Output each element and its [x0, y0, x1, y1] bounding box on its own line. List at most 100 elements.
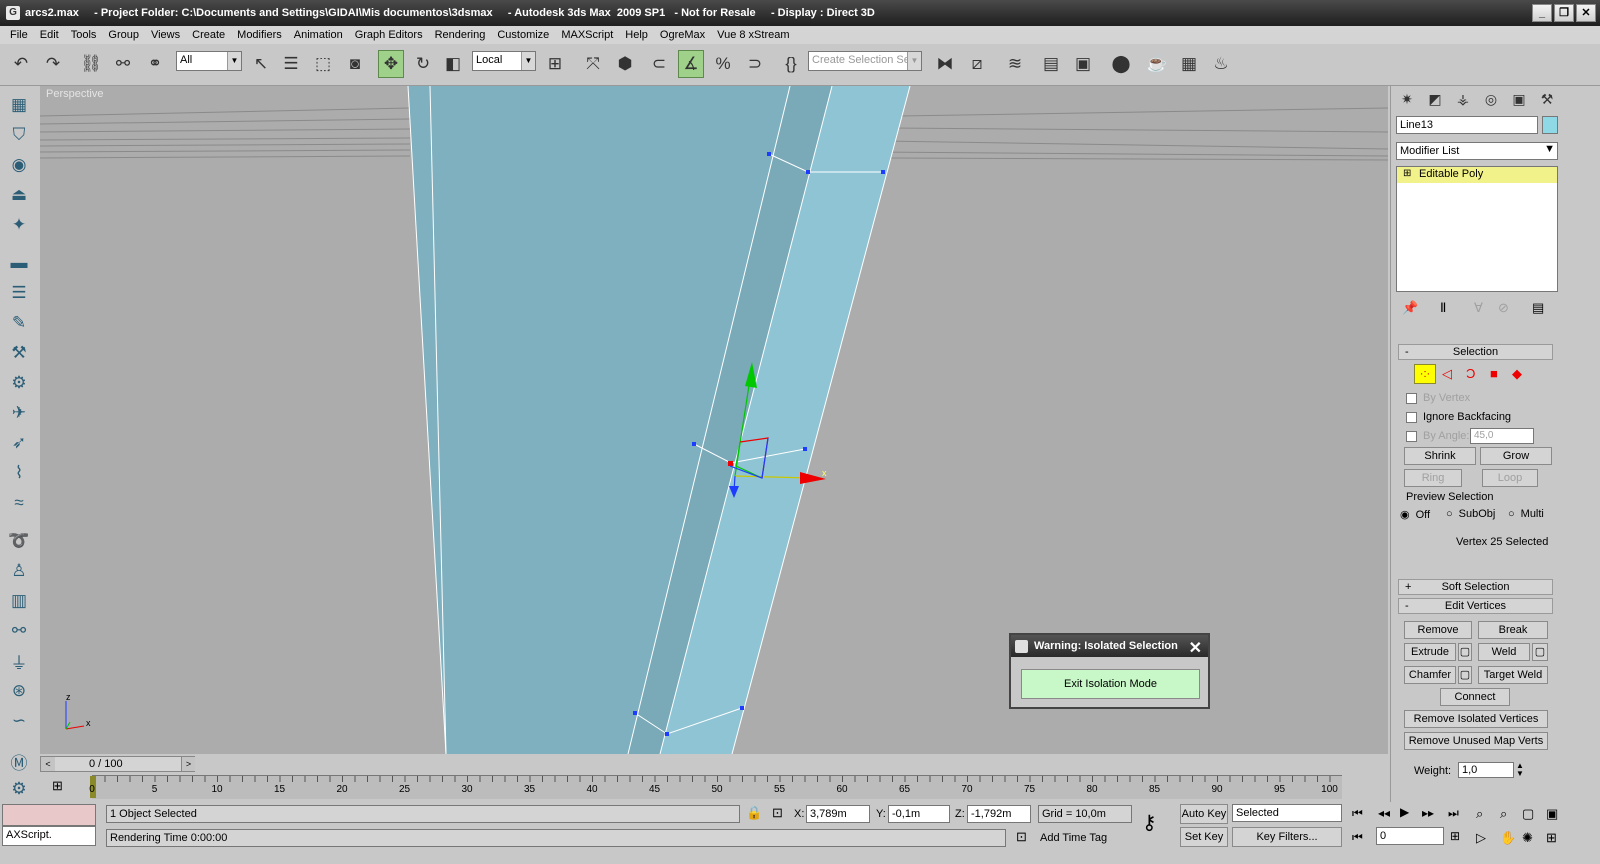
- snap-toggle-icon[interactable]: ⊂: [646, 50, 672, 78]
- zoom-icon[interactable]: ⌕: [1476, 806, 1483, 822]
- maxscript-listener-field[interactable]: AXScript.: [2, 826, 96, 846]
- close-button[interactable]: ✕: [1576, 4, 1596, 22]
- select-object-icon[interactable]: ↖: [248, 50, 274, 78]
- unlink-selection-icon[interactable]: ⚯: [110, 50, 136, 78]
- connect-button[interactable]: Connect: [1440, 688, 1510, 706]
- select-and-move-icon[interactable]: ✥: [378, 50, 404, 78]
- menu-edit[interactable]: Edit: [34, 29, 65, 41]
- wing-icon[interactable]: ➶: [4, 430, 34, 456]
- zoom-all-icon[interactable]: ⌕: [1500, 806, 1507, 822]
- frame-track[interactable]: 0 5 10 15 20 25 30 35 40 45 50 55 60 65 …: [89, 775, 1342, 799]
- brush-icon[interactable]: ⚒: [4, 340, 34, 366]
- go-to-start-icon[interactable]: ⏮: [1352, 806, 1363, 821]
- zoom-extents-icon[interactable]: ▢: [1522, 806, 1534, 822]
- helicopter-icon[interactable]: ✈: [4, 400, 34, 426]
- extrude-settings-icon[interactable]: ▢: [1458, 643, 1472, 661]
- menu-maxscript[interactable]: MAXScript: [555, 29, 619, 41]
- keyboard-shortcut-toggle-icon[interactable]: ⬢: [612, 50, 638, 78]
- mini-curve-editor-icon[interactable]: ⊞: [52, 778, 63, 794]
- angle-value-field[interactable]: 45,0: [1470, 428, 1534, 444]
- chevron-left-icon[interactable]: <: [41, 757, 55, 771]
- rendered-frame-window-icon[interactable]: ▦: [1176, 50, 1202, 78]
- menu-group[interactable]: Group: [102, 29, 145, 41]
- book-icon[interactable]: ▥: [4, 588, 34, 614]
- restore-button[interactable]: ❐: [1554, 4, 1574, 22]
- border-mode-icon[interactable]: Ɔ: [1466, 366, 1475, 381]
- weld-settings-icon[interactable]: ▢: [1532, 643, 1548, 661]
- menu-animation[interactable]: Animation: [288, 29, 349, 41]
- pan-icon[interactable]: ✋: [1500, 830, 1516, 846]
- remove-isolated-vertices-button[interactable]: Remove Isolated Vertices: [1404, 710, 1548, 728]
- zoom-extents-all-icon[interactable]: ▣: [1546, 806, 1558, 822]
- material-editor-icon[interactable]: ⬤: [1108, 50, 1134, 78]
- select-and-link-icon[interactable]: ⛓: [78, 50, 104, 78]
- cylinder-icon[interactable]: ☰: [4, 280, 34, 306]
- maxscript-icon[interactable]: Ⓜ: [4, 748, 34, 774]
- remove-modifier-icon[interactable]: ⊘: [1498, 300, 1509, 316]
- weight-field[interactable]: 1,0: [1458, 762, 1514, 778]
- loop-icon[interactable]: ➰: [4, 528, 34, 554]
- biped-icon[interactable]: ♙: [4, 558, 34, 584]
- align-icon[interactable]: ⧄: [964, 50, 990, 78]
- edge-mode-icon[interactable]: ◁: [1442, 366, 1452, 382]
- maximize-viewport-icon[interactable]: ⊞: [1546, 830, 1557, 846]
- percent-snap-icon[interactable]: %: [710, 50, 736, 78]
- current-frame-field[interactable]: 0: [1376, 827, 1444, 845]
- pivot-center-icon[interactable]: ⊞: [542, 50, 568, 78]
- chamfer-button[interactable]: Chamfer: [1404, 666, 1456, 684]
- by-vertex-checkbox[interactable]: By Vertex: [1406, 392, 1470, 404]
- select-by-name-icon[interactable]: ☰: [278, 50, 304, 78]
- weight-spinner-icon[interactable]: ▲ ▼: [1516, 762, 1524, 778]
- menu-file[interactable]: File: [4, 29, 34, 41]
- break-button[interactable]: Break: [1478, 621, 1548, 639]
- key-mode-toggle-icon[interactable]: ⏮: [1352, 830, 1363, 845]
- minimize-button[interactable]: _: [1532, 4, 1552, 22]
- select-and-rotate-icon[interactable]: ↻: [410, 50, 436, 78]
- y-coordinate-field[interactable]: -0,1m: [888, 805, 950, 823]
- make-unique-icon[interactable]: ∀: [1474, 300, 1483, 316]
- z-coordinate-field[interactable]: -1,792m: [967, 805, 1031, 823]
- quick-render-icon[interactable]: ♨: [1208, 50, 1234, 78]
- wave-icon[interactable]: ≈: [4, 490, 34, 516]
- auto-key-button[interactable]: Auto Key: [1180, 804, 1228, 824]
- key-icon[interactable]: ⚷: [1142, 810, 1157, 835]
- time-configuration-icon[interactable]: ⊞: [1450, 829, 1460, 843]
- shrink-button[interactable]: Shrink: [1404, 447, 1476, 465]
- vertex-mode-icon[interactable]: ·:·: [1414, 364, 1436, 384]
- preview-multi-radio[interactable]: ○ Multi: [1508, 508, 1544, 520]
- app-icon[interactable]: G: [6, 6, 20, 20]
- object-color-swatch[interactable]: [1542, 116, 1558, 134]
- utilities-tab-icon[interactable]: ⚒: [1535, 88, 1559, 110]
- x-coordinate-field[interactable]: 3,789m: [806, 805, 870, 823]
- maxscript-listener-top[interactable]: [2, 804, 96, 826]
- chamfer-settings-icon[interactable]: ▢: [1458, 666, 1472, 684]
- preview-off-radio[interactable]: ◉ Off: [1400, 508, 1430, 522]
- camera-sequence-icon[interactable]: ⚙: [4, 776, 34, 802]
- pencil-icon[interactable]: ✎: [4, 310, 34, 336]
- motion-tab-icon[interactable]: ◎: [1479, 88, 1503, 110]
- set-key-button[interactable]: Set Key: [1180, 827, 1228, 847]
- polygon-mode-icon[interactable]: ■: [1490, 366, 1498, 381]
- remove-button[interactable]: Remove: [1404, 621, 1472, 639]
- window-crossing-icon[interactable]: ◙: [342, 50, 368, 78]
- display-tab-icon[interactable]: ▣: [1507, 88, 1531, 110]
- add-time-tag[interactable]: Add Time Tag: [1040, 832, 1107, 844]
- create-tab-icon[interactable]: ✷: [1395, 88, 1419, 110]
- configure-modifier-sets-icon[interactable]: ▤: [1532, 300, 1544, 316]
- absolute-mode-icon[interactable]: ⊡: [772, 805, 783, 821]
- select-manipulate-icon[interactable]: ⤧: [580, 50, 606, 78]
- star-icon[interactable]: ✦: [4, 212, 34, 238]
- wheel-icon[interactable]: ⊛: [4, 678, 34, 704]
- menu-vue-xstream[interactable]: Vue 8 xStream: [711, 29, 795, 41]
- hierarchy-tab-icon[interactable]: ⚶: [1451, 88, 1475, 110]
- pin-stack-icon[interactable]: 📌: [1402, 300, 1418, 316]
- menu-tools[interactable]: Tools: [65, 29, 103, 41]
- show-end-result-icon[interactable]: Ⅱ: [1440, 300, 1446, 316]
- select-and-scale-icon[interactable]: ◧: [440, 50, 466, 78]
- menu-ogremax[interactable]: OgreMax: [654, 29, 711, 41]
- rectangular-selection-icon[interactable]: ⬚: [310, 50, 336, 78]
- gear-icon[interactable]: ⚙: [4, 370, 34, 396]
- menu-graph-editors[interactable]: Graph Editors: [349, 29, 429, 41]
- element-mode-icon[interactable]: ◆: [1512, 366, 1522, 382]
- chain-icon[interactable]: ⚯: [4, 618, 34, 644]
